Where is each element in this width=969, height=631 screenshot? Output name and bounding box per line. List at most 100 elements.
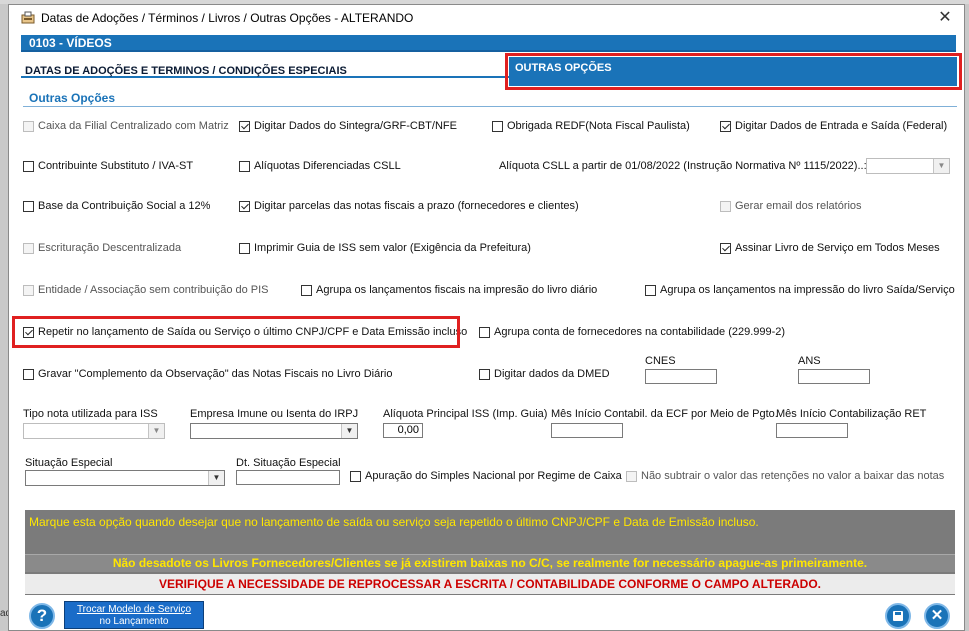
section-divider — [23, 106, 957, 107]
option-label: Caixa da Filial Centralizado com Matriz — [38, 120, 229, 132]
checkbox[interactable] — [645, 284, 656, 296]
tab-datas-adocoes[interactable]: DATAS DE ADOÇÕES E TERMINOS / CONDIÇÕES … — [21, 61, 509, 78]
option-agrupa-saida-servico[interactable]: Agrupa os lançamentos na impressão do li… — [645, 284, 955, 296]
option-digitar-entrada-saida[interactable]: Digitar Dados de Entrada e Saída (Federa… — [720, 120, 947, 132]
aliquota-csll-label: Alíquota CSLL a partir de 01/08/2022 (In… — [499, 160, 867, 172]
option-label: Assinar Livro de Serviço em Todos Meses — [735, 242, 940, 254]
title-bar: Datas de Adoções / Términos / Livros / O… — [9, 5, 964, 31]
checkbox[interactable] — [720, 242, 731, 254]
exit-button[interactable]: ✕ — [924, 603, 950, 629]
option-label: Agrupa conta de fornecedores na contabil… — [494, 326, 786, 338]
aliquota-iss-label: Alíquota Principal ISS (Imp. Guia) — [383, 408, 548, 420]
option-label: Alíquotas Diferenciadas CSLL — [254, 160, 401, 172]
option-caixa-filial[interactable]: Caixa da Filial Centralizado com Matriz — [23, 120, 229, 132]
help-button[interactable]: ? — [29, 603, 55, 629]
chevron-down-icon: ▼ — [148, 424, 164, 438]
aliquota-iss-input[interactable]: 0,00 — [383, 423, 423, 438]
option-digitar-sintegra[interactable]: Digitar Dados do Sintegra/GRF-CBT/NFE — [239, 120, 457, 132]
checkbox[interactable] — [239, 160, 250, 172]
option-label: Gravar "Complemento da Observação" das N… — [38, 368, 393, 380]
aliquota-csll-select[interactable]: ▼ — [866, 158, 950, 174]
option-gerar-email[interactable]: Gerar email dos relatórios — [720, 200, 862, 212]
checkbox[interactable] — [626, 470, 637, 482]
window-title: Datas de Adoções / Términos / Livros / O… — [41, 11, 414, 25]
mes-ecf-label: Mês Início Contabil. da ECF por Meio de … — [551, 408, 778, 420]
option-label: Base da Contribuição Social a 12% — [38, 200, 211, 212]
option-label: Imprimir Guia de ISS sem valor (Exigênci… — [254, 242, 531, 254]
mes-ecf-input[interactable] — [551, 423, 623, 438]
option-contribuinte-substituto[interactable]: Contribuinte Substituto / IVA-ST — [23, 160, 193, 172]
option-nao-subtrair-retencoes[interactable]: Não subtrair o valor das retenções no va… — [626, 470, 944, 482]
option-apuracao-simples[interactable]: Apuração do Simples Nacional por Regime … — [350, 470, 622, 482]
chevron-down-icon: ▼ — [933, 159, 949, 173]
close-icon[interactable]: ✕ — [933, 7, 957, 29]
checkbox[interactable] — [720, 120, 731, 132]
trocar-label-line1: Trocar Modelo de Serviço — [76, 604, 192, 615]
tipo-nota-label: Tipo nota utilizada para ISS — [23, 408, 158, 420]
mes-ret-label: Mês Início Contabilização RET — [776, 408, 927, 420]
checkbox[interactable] — [479, 326, 490, 338]
tab-outras-opcoes[interactable]: OUTRAS OPÇÕES — [509, 57, 957, 86]
option-base-contribuicao[interactable]: Base da Contribuição Social a 12% — [23, 200, 210, 212]
option-label: Digitar Dados do Sintegra/GRF-CBT/NFE — [254, 120, 457, 132]
checkbox[interactable] — [23, 242, 34, 254]
save-button[interactable] — [885, 603, 911, 629]
checkbox[interactable] — [720, 200, 731, 212]
option-label: Digitar parcelas das notas fiscais a pra… — [254, 200, 579, 212]
checkbox[interactable] — [23, 326, 34, 338]
option-label: Digitar dados da DMED — [494, 368, 610, 380]
ans-label: ANS — [798, 355, 821, 367]
option-label: Obrigada REDF(Nota Fiscal Paulista) — [507, 120, 690, 132]
option-digitar-dmed[interactable]: Digitar dados da DMED — [479, 368, 610, 380]
checkbox[interactable] — [23, 284, 34, 296]
empresa-imune-label: Empresa Imune ou Isenta do IRPJ — [190, 408, 359, 420]
trocar-label-line2: no Lançamento — [99, 616, 169, 627]
checkbox[interactable] — [239, 242, 250, 254]
checkbox[interactable] — [239, 200, 250, 212]
option-label: Entidade / Associação sem contribuição d… — [38, 284, 269, 296]
option-label: Digitar Dados de Entrada e Saída (Federa… — [735, 120, 948, 132]
checkbox[interactable] — [23, 368, 34, 380]
checkbox[interactable] — [492, 120, 503, 132]
tipo-nota-select[interactable]: ▼ — [23, 423, 165, 439]
hint-message: Marque esta opção quando desejar que no … — [29, 515, 759, 529]
checkbox[interactable] — [301, 284, 312, 296]
option-gravar-complemento[interactable]: Gravar "Complemento da Observação" das N… — [23, 368, 392, 380]
empresa-imune-select[interactable]: ▼ — [190, 423, 358, 439]
option-label: Apuração do Simples Nacional por Regime … — [365, 470, 622, 482]
option-digitar-parcelas[interactable]: Digitar parcelas das notas fiscais a pra… — [239, 200, 579, 212]
cnes-input[interactable] — [645, 369, 717, 384]
checkbox[interactable] — [23, 200, 34, 212]
section-title: Outras Opções — [29, 91, 116, 105]
chevron-down-icon: ▼ — [208, 471, 224, 485]
record-header: 0103 - VÍDEOS — [21, 35, 956, 52]
checkbox[interactable] — [23, 160, 34, 172]
option-imprimir-guia-iss[interactable]: Imprimir Guia de ISS sem valor (Exigênci… — [239, 242, 531, 254]
option-aliquotas-csll[interactable]: Alíquotas Diferenciadas CSLL — [239, 160, 401, 172]
option-agrupa-fiscais-diario[interactable]: Agrupa os lançamentos fiscais na impresã… — [301, 284, 597, 296]
option-label: Gerar email dos relatórios — [735, 200, 862, 212]
option-agrupa-fornecedores[interactable]: Agrupa conta de fornecedores na contabil… — [479, 326, 785, 338]
checkbox[interactable] — [479, 368, 490, 380]
mes-ret-input[interactable] — [776, 423, 848, 438]
option-label: Contribuinte Substituto / IVA-ST — [38, 160, 194, 172]
option-label: Repetir no lançamento de Saída ou Serviç… — [38, 326, 468, 338]
checkbox[interactable] — [239, 120, 250, 132]
option-label: Agrupa os lançamentos fiscais na impresã… — [316, 284, 598, 296]
option-label: Agrupa os lançamentos na impressão do li… — [660, 284, 955, 296]
option-repetir-cnpj[interactable]: Repetir no lançamento de Saída ou Serviç… — [23, 326, 467, 338]
alert-message: VERIFIQUE A NECESSIDADE DE REPROCESSAR A… — [25, 574, 955, 594]
option-label: Não subtrair o valor das retenções no va… — [641, 470, 945, 482]
chevron-down-icon: ▼ — [341, 424, 357, 438]
option-assinar-livro-servico[interactable]: Assinar Livro de Serviço em Todos Meses — [720, 242, 940, 254]
checkbox[interactable] — [350, 470, 361, 482]
trocar-modelo-button[interactable]: Trocar Modelo de Serviço no Lançamento — [64, 601, 204, 629]
option-label: Escrituração Descentralizada — [38, 242, 182, 254]
option-escrituracao-descentralizada[interactable]: Escrituração Descentralizada — [23, 242, 181, 254]
dt-situacao-input[interactable] — [236, 470, 340, 485]
option-obrigada-redf[interactable]: Obrigada REDF(Nota Fiscal Paulista) — [492, 120, 690, 132]
ans-input[interactable] — [798, 369, 870, 384]
checkbox[interactable] — [23, 120, 34, 132]
situacao-especial-select[interactable]: ▼ — [25, 470, 225, 486]
option-entidade-associacao[interactable]: Entidade / Associação sem contribuição d… — [23, 284, 269, 296]
